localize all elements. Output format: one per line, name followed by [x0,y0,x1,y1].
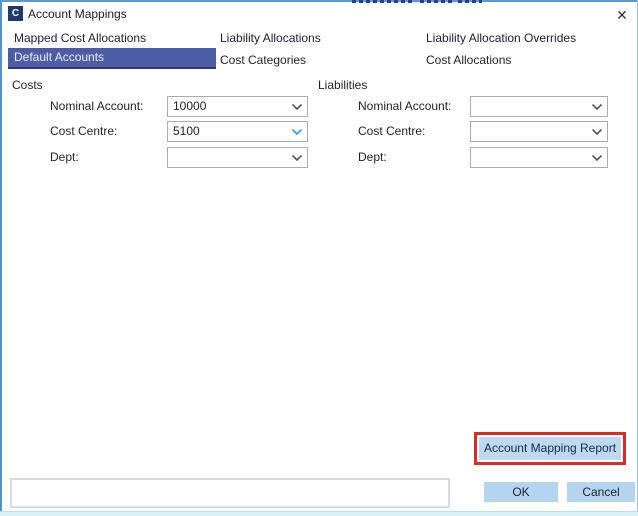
background-window-artifact [352,0,412,3]
account-mapping-report-button[interactable]: Account Mapping Report [479,437,621,460]
background-window-artifact [458,0,482,3]
tab-liability-allocations[interactable]: Liability Allocations [220,29,321,47]
chevron-down-icon [292,155,302,161]
chevron-down-icon [592,104,602,110]
costs-nominal-account-dropdown[interactable]: 10000 [167,96,308,117]
liabilities-dept-dropdown[interactable] [470,147,608,168]
chevron-down-icon [292,129,302,135]
ok-button[interactable]: OK [484,482,558,502]
account-mappings-dialog: C Account Mappings ✕ Mapped Cost Allocat… [0,0,638,516]
dialog-bottom-border [0,511,638,516]
tab-liability-allocation-overrides[interactable]: Liability Allocation Overrides [426,29,576,47]
liabilities-cost-centre-dropdown[interactable] [470,121,608,142]
dialog-top-border [0,0,638,2]
dialog-left-border [0,0,2,516]
costs-cost-centre-dropdown[interactable]: 5100 [167,121,308,142]
costs-dept-dropdown[interactable] [167,147,308,168]
costs-nominal-account-label: Nominal Account: [50,99,144,113]
costs-cost-centre-label: Cost Centre: [50,124,118,138]
chevron-down-icon [292,104,302,110]
cancel-button[interactable]: Cancel [567,482,635,502]
liabilities-cost-centre-label: Cost Centre: [358,124,426,138]
costs-cost-centre-value: 5100 [173,124,200,138]
costs-nominal-account-value: 10000 [173,99,207,113]
window-title: Account Mappings [28,7,127,21]
tab-mapped-cost-allocations[interactable]: Mapped Cost Allocations [14,29,146,47]
close-icon[interactable]: ✕ [610,4,634,26]
tab-cost-categories[interactable]: Cost Categories [220,51,306,69]
tab-cost-allocations[interactable]: Cost Allocations [426,51,511,69]
footer-text-input[interactable] [10,478,450,508]
liabilities-dept-label: Dept: [358,150,387,164]
costs-dept-label: Dept: [50,150,79,164]
liabilities-group-label: Liabilities [318,78,368,92]
costs-group-label: Costs [12,78,43,92]
liabilities-nominal-account-dropdown[interactable] [470,96,608,117]
chevron-down-icon [592,129,602,135]
chevron-down-icon [592,155,602,161]
background-window-artifact [420,0,454,3]
tab-default-accounts[interactable]: Default Accounts [8,48,216,69]
app-icon: C [8,6,23,21]
liabilities-nominal-account-label: Nominal Account: [358,99,452,113]
